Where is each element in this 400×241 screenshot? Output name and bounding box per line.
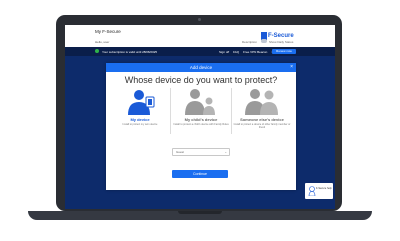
close-icon[interactable]: × bbox=[290, 63, 293, 72]
laptop-hinge bbox=[178, 211, 222, 214]
option-childs-device[interactable]: My child's device Install to protect a c… bbox=[171, 86, 231, 136]
option-subtitle: Install to protect a child's device with… bbox=[173, 123, 229, 126]
chevron-down-icon: ⌄ bbox=[224, 150, 227, 154]
app-header: My F-Secure F-Secure Hello, user Descrip… bbox=[65, 25, 335, 47]
option-subtitle: Install to protect a device of other fam… bbox=[233, 123, 291, 129]
user-greeting[interactable]: Hello, user bbox=[95, 40, 109, 44]
continue-button-label: Continue bbox=[192, 172, 207, 176]
option-subtitle: Install to protect my own device bbox=[122, 123, 158, 126]
subscription-message: Your subscription is valid until 28/08/2… bbox=[102, 50, 158, 54]
option-my-device[interactable]: My device Install to protect my own devi… bbox=[110, 86, 170, 136]
camera-dot bbox=[198, 18, 201, 21]
app-title: My F-Secure bbox=[95, 29, 121, 34]
renew-button-label: Renew now bbox=[276, 49, 292, 53]
vpn-link[interactable]: Free VPN Beacon bbox=[243, 50, 267, 54]
renew-button[interactable]: Renew now bbox=[272, 49, 296, 54]
option-someone-elses-device[interactable]: Someone else's device Install to protect… bbox=[232, 86, 292, 136]
description-label: Description bbox=[242, 40, 258, 44]
sign-off-link[interactable]: Sign off bbox=[219, 50, 229, 54]
help-text: F-Secure help bbox=[316, 187, 332, 190]
select-value: Guest bbox=[176, 150, 185, 154]
option-title: My child's device bbox=[184, 117, 218, 122]
laptop-screen: My F-Secure F-Secure Hello, user Descrip… bbox=[65, 25, 335, 209]
daily-status-toggle[interactable] bbox=[261, 39, 267, 43]
help-widget[interactable]: F-Secure help bbox=[305, 183, 333, 199]
option-title: Someone else's device bbox=[240, 117, 284, 122]
continue-button[interactable]: Continue bbox=[172, 170, 228, 178]
device-question: Whose device do you want to protect? bbox=[124, 75, 278, 85]
modal-header: Add device × bbox=[106, 63, 296, 72]
child-profile-select[interactable]: Guest ⌄ bbox=[172, 148, 230, 156]
parent-child-icon bbox=[185, 89, 215, 115]
add-device-modal: Add device × Whose device do you want to… bbox=[106, 63, 296, 190]
brand-name: F-Secure bbox=[268, 32, 294, 39]
option-title: My device bbox=[130, 117, 150, 122]
help-character-icon bbox=[308, 186, 316, 196]
faq-link[interactable]: FAQ bbox=[233, 50, 239, 54]
toggle-label: Show Daily Status bbox=[269, 40, 294, 44]
check-icon bbox=[95, 49, 99, 53]
modal-title: Add device bbox=[189, 65, 213, 70]
two-people-icon bbox=[245, 89, 278, 115]
single-person-icon bbox=[128, 90, 155, 115]
